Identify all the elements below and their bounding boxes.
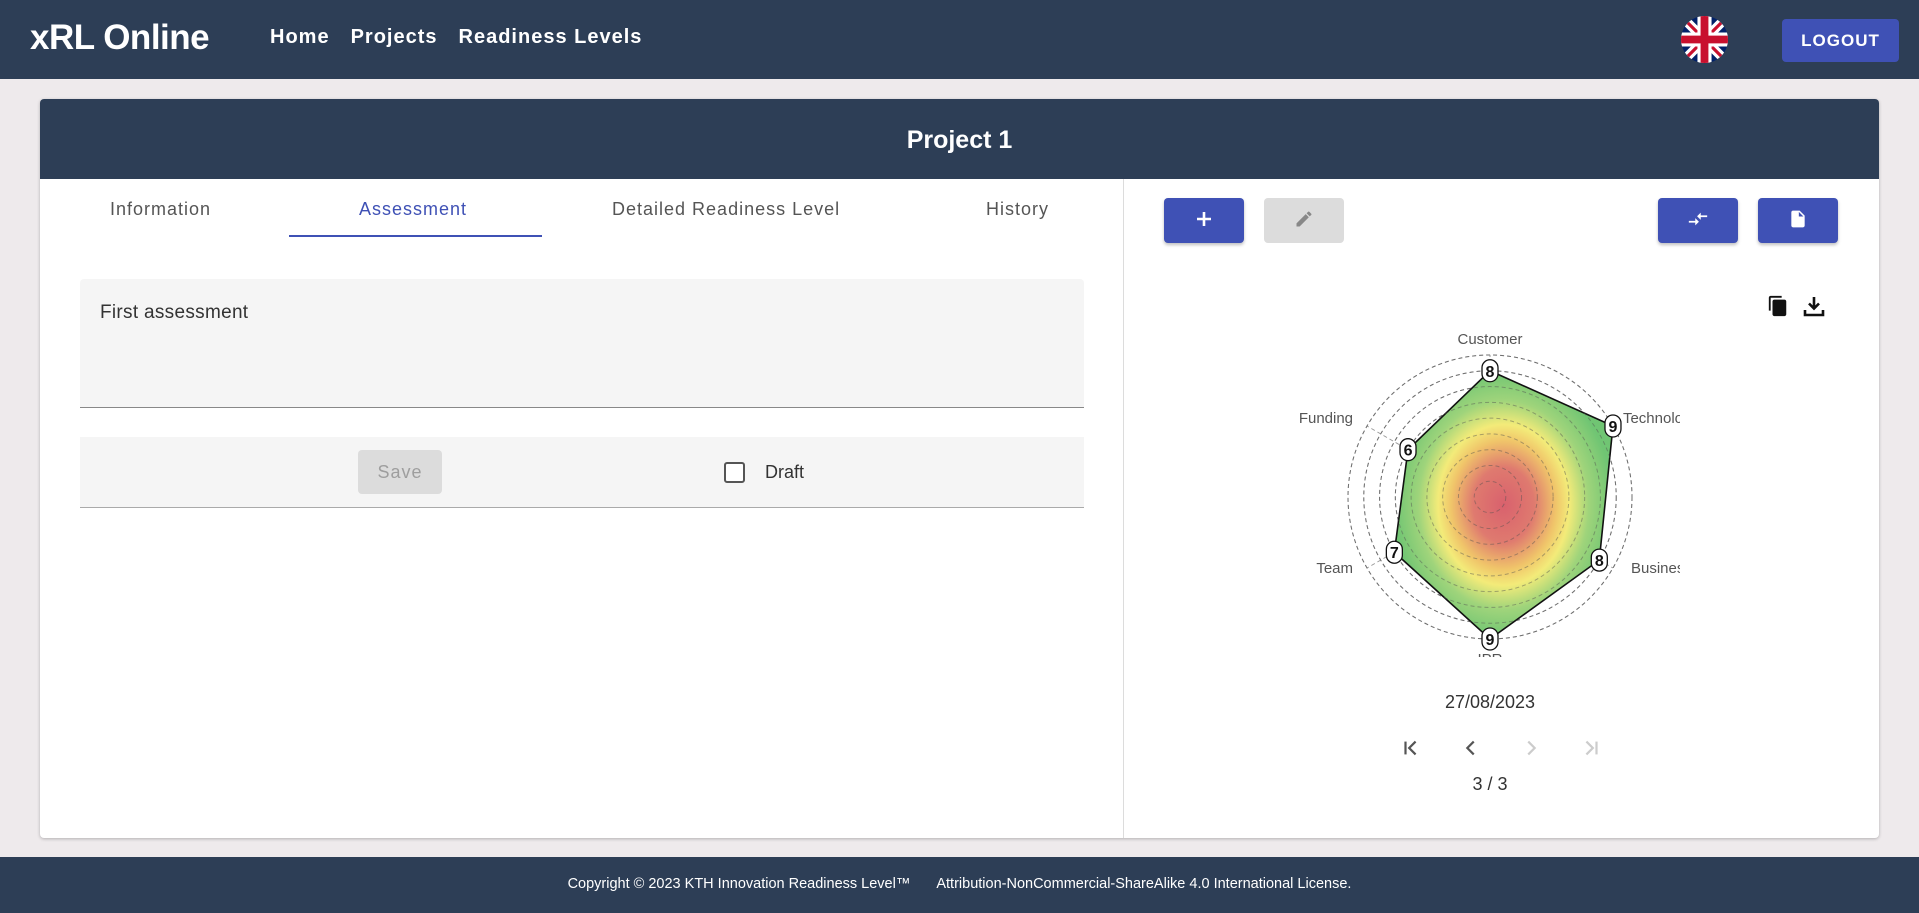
footer-text: Copyright © 2023 KTH Innovation Readines… [0, 876, 1919, 892]
radar-point-value: 7 [1390, 545, 1399, 562]
radar-category-label: Funding [1300, 410, 1353, 427]
footer-copyright: Copyright © 2023 KTH Innovation Readines… [567, 876, 911, 892]
document-icon [1788, 209, 1808, 232]
uk-flag-icon[interactable] [1681, 16, 1728, 63]
panel-divider [1123, 179, 1124, 838]
assessment-date: 27/08/2023 [1444, 692, 1536, 712]
radar-category-label: Business Model [1631, 560, 1680, 577]
radar-point-value: 9 [1609, 419, 1618, 436]
logout-button[interactable]: LOGOUT [1782, 19, 1899, 62]
footer-license-link[interactable]: Attribution-NonCommercial-ShareAlike 4.0… [936, 876, 1351, 892]
app-title[interactable]: xRL Online [30, 18, 210, 58]
first-page-icon[interactable] [1396, 733, 1426, 763]
radar-point-value: 8 [1595, 553, 1604, 570]
add-assessment-button[interactable] [1164, 198, 1244, 243]
project-header: Project 1 [40, 99, 1879, 179]
main-nav: Home Projects Readiness Levels [270, 26, 642, 49]
chevron-left-icon[interactable] [1456, 733, 1486, 763]
page-indicator: 3 / 3 [1472, 774, 1508, 794]
save-button[interactable]: Save [358, 450, 442, 494]
footer: Copyright © 2023 KTH Innovation Readines… [0, 857, 1919, 913]
copy-icon[interactable] [1765, 293, 1791, 319]
tab-history[interactable]: History [986, 199, 1049, 220]
compare-arrows-icon [1687, 208, 1709, 233]
radar-category-label: Customer [1457, 331, 1522, 348]
radar-point-value: 8 [1486, 364, 1495, 381]
tab-detailed-readiness-level[interactable]: Detailed Readiness Level [612, 199, 840, 220]
radar-category-label: IPR [1477, 651, 1502, 657]
tab-assessment[interactable]: Assessment [359, 199, 467, 220]
nav-projects[interactable]: Projects [351, 26, 438, 49]
assessment-comment-value: First assessment [100, 302, 249, 323]
radar-point-value: 9 [1486, 632, 1495, 649]
report-button[interactable] [1758, 198, 1838, 243]
nav-readiness-levels[interactable]: Readiness Levels [459, 26, 643, 49]
top-app-bar: xRL Online Home Projects Readiness Level… [0, 0, 1919, 79]
draft-checkbox[interactable] [724, 462, 745, 483]
compare-button[interactable] [1658, 198, 1738, 243]
radar-point-value: 6 [1404, 443, 1413, 460]
project-card: Project 1 Information Assessment Detaile… [40, 99, 1879, 838]
download-icon[interactable] [1801, 293, 1827, 319]
edit-assessment-button[interactable] [1264, 198, 1344, 243]
radar-category-label: Technology [1623, 410, 1680, 427]
draft-label: Draft [765, 462, 805, 482]
readiness-radar-chart: Customer Technology Business Model IPR Team F… [1300, 331, 1680, 657]
pencil-icon [1294, 209, 1314, 232]
chevron-right-icon[interactable] [1516, 733, 1546, 763]
nav-home[interactable]: Home [270, 26, 330, 49]
radar-category-label: Team [1316, 560, 1353, 577]
project-title: Project 1 [906, 126, 1013, 154]
tab-information[interactable]: Information [110, 199, 211, 220]
active-tab-indicator [289, 235, 542, 237]
assessment-comment-input[interactable]: First assessment [80, 279, 1084, 408]
last-page-icon[interactable] [1576, 733, 1606, 763]
plus-icon [1195, 210, 1213, 231]
save-row: Save Draft [80, 437, 1084, 508]
